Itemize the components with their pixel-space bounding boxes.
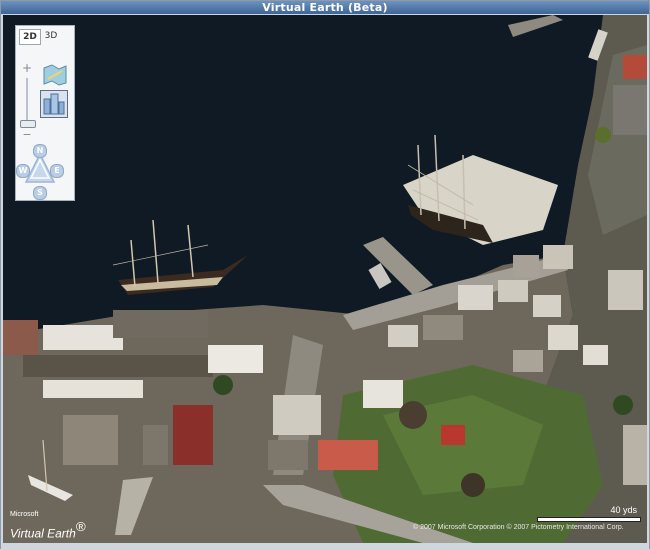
tree-1 <box>213 375 233 395</box>
house-7 <box>423 315 463 340</box>
window-bottom-bar <box>1 544 649 549</box>
house-9 <box>513 350 543 372</box>
road-view-button[interactable] <box>42 64 68 86</box>
house-8 <box>548 325 578 350</box>
building-red-roof <box>318 440 378 470</box>
gazebo <box>441 425 465 445</box>
house-6 <box>388 325 418 347</box>
building-white-long <box>43 380 143 398</box>
scale-indicator: 40 yds <box>537 505 641 522</box>
compass-north[interactable]: N <box>33 144 47 158</box>
tree-4 <box>613 395 633 415</box>
logo-virtual-earth: Virtual Earth <box>10 526 76 541</box>
copyright-notice: © 2007 Microsoft Corporation © 2007 Pict… <box>413 524 624 531</box>
compass-west[interactable]: W <box>16 164 30 178</box>
building-long-shed <box>113 310 208 338</box>
aerial-imagery[interactable] <box>3 15 647 543</box>
mode-2d-button[interactable]: 2D <box>19 29 41 45</box>
zoom-slider-thumb[interactable] <box>20 120 36 128</box>
window-title: Virtual Earth (Beta) <box>1 1 649 14</box>
zoom-in-button[interactable]: + <box>21 62 33 74</box>
zoom-slider-track[interactable] <box>26 78 28 122</box>
house-14 <box>608 270 643 310</box>
house-3 <box>533 295 561 317</box>
app-window: Virtual Earth (Beta) 2D 3D + − N S W E M… <box>0 0 650 549</box>
house-11 <box>363 380 403 408</box>
east-red-building <box>623 55 647 79</box>
tree-5 <box>595 127 611 143</box>
house-1 <box>458 285 493 310</box>
rope-walk <box>23 355 213 377</box>
house-13 <box>268 440 308 470</box>
logo-mark: ® <box>75 519 86 534</box>
house-5 <box>513 255 539 277</box>
tree-3 <box>461 473 485 497</box>
compass-south[interactable]: S <box>33 186 47 200</box>
house-4 <box>543 245 573 269</box>
virtual-earth-logo: Microsoft Virtual Earth® <box>10 511 86 542</box>
compass-east[interactable]: E <box>50 164 64 178</box>
aerial-buildings-icon <box>43 93 65 115</box>
building-gray-shed <box>63 415 118 465</box>
navigation-control: 2D 3D + − N S W E <box>15 25 75 201</box>
compass-rose[interactable]: N S W E <box>16 144 74 200</box>
road-map-icon <box>43 64 67 86</box>
mode-3d-button[interactable]: 3D <box>41 29 61 43</box>
house-15 <box>623 425 647 485</box>
building-west-1 <box>3 320 38 355</box>
building-small-1 <box>143 425 168 465</box>
scale-label: 40 yds <box>610 505 637 515</box>
zoom-out-button[interactable]: − <box>21 129 33 140</box>
scale-bar <box>537 517 641 522</box>
tree-2 <box>399 401 427 429</box>
building-red-barn <box>173 405 213 465</box>
house-10 <box>583 345 608 365</box>
map-view[interactable]: 2D 3D + − N S W E Microsoft Virtual Eart… <box>3 15 647 543</box>
building-white-row <box>43 325 123 350</box>
building-white-house <box>208 345 263 373</box>
east-building <box>613 85 647 135</box>
aerial-view-button[interactable] <box>40 90 68 118</box>
house-12 <box>273 395 321 435</box>
logo-microsoft: Microsoft <box>10 511 39 518</box>
house-2 <box>498 280 528 302</box>
